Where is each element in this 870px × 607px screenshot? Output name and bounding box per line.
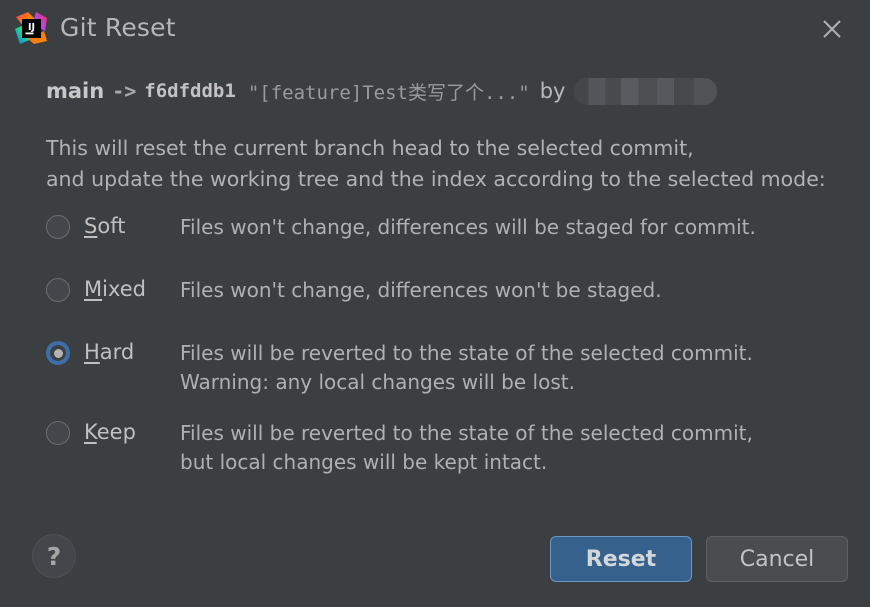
description-line-1: This will reset the current branch head … — [46, 136, 694, 160]
desc-line-1: Files will be reverted to the state of t… — [180, 341, 753, 365]
desc-line-1: Files will be reverted to the state of t… — [180, 421, 753, 445]
label-rest: ixed — [102, 277, 146, 301]
radio-label-mixed: Mixed — [84, 275, 180, 303]
desc-line-2: but local changes will be kept intact. — [180, 450, 548, 474]
reset-button[interactable]: Reset — [550, 536, 692, 582]
radio-keep-indicator[interactable] — [46, 421, 70, 445]
cancel-button[interactable]: Cancel — [706, 536, 848, 582]
description-line-2: and update the working tree and the inde… — [46, 167, 826, 191]
radio-desc-mixed: Files won't change, differences won't be… — [180, 275, 856, 305]
radio-hard-indicator[interactable] — [46, 341, 70, 365]
page-title: Git Reset — [60, 13, 176, 42]
dialog-description: This will reset the current branch head … — [46, 133, 826, 195]
radio-desc-keep: Files will be reverted to the state of t… — [180, 418, 856, 477]
branch-name: main — [46, 79, 105, 103]
git-reset-dialog: IJ Git Reset main -> f6dfddb1 "[feature]… — [0, 0, 870, 607]
desc-line-1: Files won't change, differences will be … — [180, 215, 756, 239]
mnemonic-letter: H — [84, 340, 100, 364]
label-rest: oft — [97, 214, 126, 238]
intellij-idea-icon: IJ — [14, 11, 48, 45]
close-icon[interactable] — [816, 13, 848, 45]
commit-subject: "[feature]Test类写了个..." — [247, 81, 530, 104]
mnemonic-letter: M — [84, 277, 103, 301]
radio-label-hard: Hard — [84, 338, 180, 366]
radio-desc-hard: Files will be reverted to the state of t… — [180, 338, 856, 397]
radio-mixed-indicator[interactable] — [46, 278, 70, 302]
radio-label-soft: Soft — [84, 212, 180, 240]
titlebar: IJ Git Reset — [0, 0, 870, 56]
commit-hash: f6dfddb1 — [144, 80, 236, 102]
reset-mode-options: Soft Files won't change, differences wil… — [46, 212, 856, 498]
radio-desc-soft: Files won't change, differences will be … — [180, 212, 856, 242]
dialog-buttons: Reset Cancel — [550, 536, 848, 582]
arrow-glyph: -> — [112, 79, 137, 103]
radio-option-soft[interactable]: Soft Files won't change, differences wil… — [46, 212, 856, 254]
radio-option-hard[interactable]: Hard Files will be reverted to the state… — [46, 338, 856, 397]
help-icon[interactable]: ? — [32, 534, 76, 578]
commit-summary: main -> f6dfddb1 "[feature]Test类写了个..." … — [46, 74, 718, 108]
radio-option-mixed[interactable]: Mixed Files won't change, differences wo… — [46, 275, 856, 317]
radio-label-keep: Keep — [84, 418, 180, 446]
desc-line-1: Files won't change, differences won't be… — [180, 278, 662, 302]
svg-text:IJ: IJ — [28, 22, 35, 33]
label-rest: eep — [96, 420, 136, 444]
radio-soft-indicator[interactable] — [46, 215, 70, 239]
desc-line-2: Warning: any local changes will be lost. — [180, 370, 575, 394]
mnemonic-letter: K — [84, 420, 97, 444]
radio-option-keep[interactable]: Keep Files will be reverted to the state… — [46, 418, 856, 477]
commit-author-redacted — [574, 77, 718, 105]
commit-by-label: by — [539, 79, 566, 103]
label-rest: ard — [99, 340, 135, 364]
mnemonic-letter: S — [84, 214, 98, 238]
